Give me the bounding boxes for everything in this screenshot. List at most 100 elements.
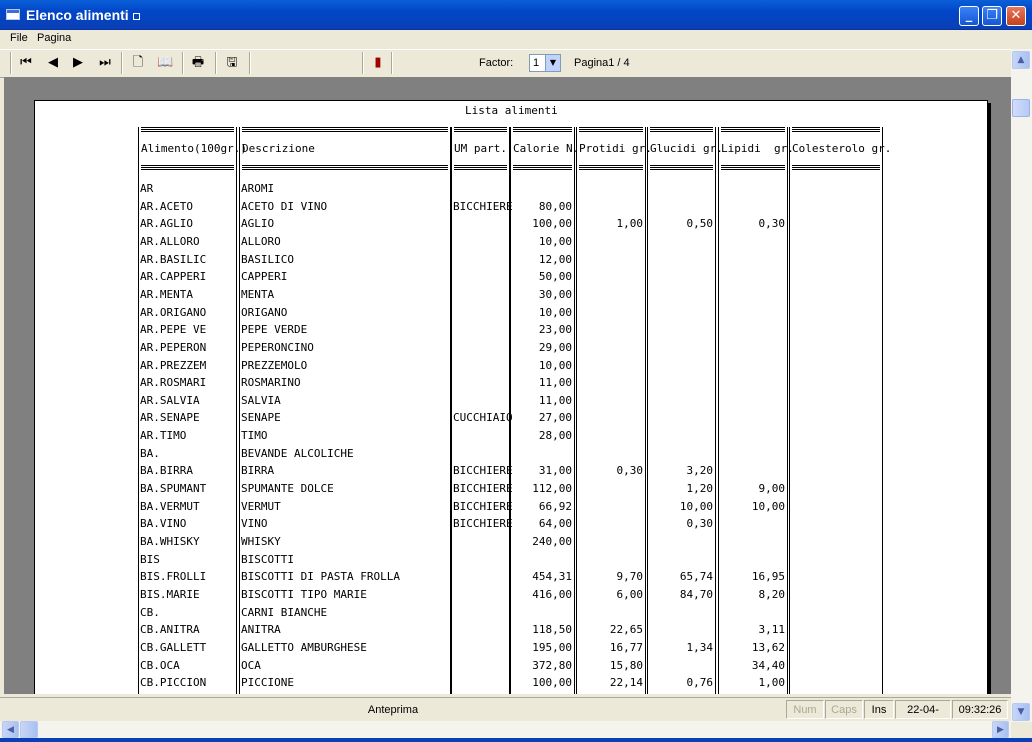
vertical-scrollbar[interactable]: ▲ ▼ xyxy=(1011,49,1032,722)
table-cell: BA. xyxy=(140,446,160,460)
table-cell: AR.SENAPE xyxy=(140,411,200,425)
table-cell: CB. xyxy=(140,605,160,619)
next-page-icon[interactable]: ▶ xyxy=(70,55,86,71)
table-cell: 0,30 xyxy=(616,464,644,478)
table-cell: SENAPE xyxy=(241,411,281,425)
table-cell: 1,20 xyxy=(686,482,714,496)
table-cell: 0,76 xyxy=(686,676,714,690)
main-window: Elenco alimenti _ ❐ ✕ File Pagina ⏮ ◀ ▶ … xyxy=(0,0,1032,742)
table-cell: 10,00 xyxy=(679,499,713,513)
table-cell: BA.WHISKY xyxy=(140,535,200,548)
column-header: Glucidi gr. xyxy=(650,142,723,155)
header-rule xyxy=(141,127,234,130)
table-cell: 0,50 xyxy=(686,217,714,231)
table-cell: 16,95 xyxy=(751,570,785,584)
header-rule xyxy=(242,131,448,132)
table-cell: 11,00 xyxy=(538,393,572,407)
header-rule xyxy=(579,131,643,132)
close-button[interactable]: ✕ xyxy=(1006,6,1026,26)
table-cell: ORIGANO xyxy=(241,305,288,319)
horizontal-scrollbar[interactable]: ◀ ▶ xyxy=(0,721,1011,738)
table-cell: CB.PICCION xyxy=(140,676,207,690)
preview-area[interactable]: Lista alimenti Alimento(100gr.) AR AR.ACET… xyxy=(4,77,1011,694)
table-cell: 34,40 xyxy=(751,658,785,672)
menu-bar: File Pagina xyxy=(0,30,1032,49)
table-cell: CARNI BIANCHE xyxy=(241,605,328,619)
status-num: Num xyxy=(786,700,824,719)
table-cell: GALLETTO AMBURGHESE xyxy=(241,640,367,654)
table-cell: 8,20 xyxy=(758,587,786,601)
toolbar-separator xyxy=(10,52,12,74)
status-bar: Anteprima Num Caps Ins 22-04-2016 09:32:… xyxy=(0,697,1011,721)
column-header: Lipidi gr. xyxy=(721,142,794,155)
status-main: Anteprima xyxy=(367,704,419,716)
hscroll-thumb[interactable] xyxy=(20,721,38,738)
table-cell: AR.ROSMARI xyxy=(140,376,207,390)
table-cell: 9,70 xyxy=(616,570,644,584)
table-cell: 27,00 xyxy=(538,411,572,425)
table-cell: 3,11 xyxy=(758,623,786,637)
scroll-left-button[interactable]: ◀ xyxy=(2,721,19,738)
single-page-icon[interactable]: 🗋 xyxy=(130,55,146,71)
scroll-down-button[interactable]: ▼ xyxy=(1012,703,1030,721)
header-rule xyxy=(650,165,713,168)
export-icon[interactable]: 🖫 xyxy=(224,55,240,71)
scroll-up-button[interactable]: ▲ xyxy=(1012,51,1030,69)
table-cell: CB.OCA xyxy=(140,658,180,672)
scroll-thumb[interactable] xyxy=(1012,99,1030,117)
table-cell: 23,00 xyxy=(538,323,572,337)
report-column: Colesterolo gr. xyxy=(789,127,891,694)
toolbar-separator xyxy=(182,52,184,74)
table-cell: BA.VERMUT xyxy=(140,499,200,513)
table-cell: BIS.MARIE xyxy=(140,587,200,601)
header-rule xyxy=(454,131,507,132)
table-cell: 29,00 xyxy=(538,340,572,354)
table-cell: SPUMANTE DOLCE xyxy=(241,482,334,496)
table-cell: AR.PEPERON xyxy=(140,340,207,354)
last-page-icon[interactable]: ⏭ xyxy=(97,55,113,71)
table-cell: VERMUT xyxy=(241,499,281,513)
table-cell: AR.AGLIO xyxy=(140,217,193,231)
table-cell: 195,00 xyxy=(532,640,572,654)
header-rule xyxy=(721,127,785,130)
minimize-button[interactable]: _ xyxy=(959,6,979,26)
exit-icon[interactable]: ▮ xyxy=(370,55,386,71)
factor-select[interactable]: 1 ▼ xyxy=(529,54,561,72)
report-column: Calorie N. 80,00 100,00 10,00 12,00 50,00 30,0… xyxy=(510,127,579,694)
print-icon[interactable]: 🖶 xyxy=(190,55,206,71)
header-rule xyxy=(792,165,880,168)
header-rule xyxy=(792,169,880,170)
table-cell: CB.GALLETT xyxy=(140,640,207,654)
table-cell: AROMI xyxy=(241,182,275,195)
report-column: Glucidi gr. 0,50 3,20 1,20 10,00 0,30 65,74 84,… xyxy=(647,127,723,694)
column-header: Calorie N. xyxy=(513,142,580,155)
restore-button[interactable]: ❐ xyxy=(982,6,1002,26)
table-cell: 100,00 xyxy=(532,217,572,231)
prev-page-icon[interactable]: ◀ xyxy=(45,55,61,71)
header-rule xyxy=(650,127,713,130)
factor-label: Factor: xyxy=(479,57,514,69)
app-icon xyxy=(6,9,20,20)
header-rule xyxy=(650,131,713,132)
factor-value: 1 xyxy=(533,57,540,69)
table-cell: PEPE VERDE xyxy=(241,323,308,337)
table-cell: CUCCHIAIO xyxy=(453,411,513,425)
table-cell: BIRRA xyxy=(241,464,275,478)
table-cell: 22,65 xyxy=(609,623,643,637)
table-cell: AR.ACETO xyxy=(140,199,193,213)
table-cell: 240,00 xyxy=(532,535,572,548)
table-cell: AR xyxy=(140,182,154,195)
menu-pagina[interactable]: Pagina xyxy=(37,32,71,44)
window-title: Elenco alimenti xyxy=(26,7,140,23)
table-cell: AR.ALLORO xyxy=(140,234,200,248)
table-cell: 66,92 xyxy=(538,499,572,513)
two-page-icon[interactable]: 📖 xyxy=(157,55,173,71)
scroll-right-button[interactable]: ▶ xyxy=(992,721,1009,738)
table-cell: MENTA xyxy=(241,287,275,301)
first-page-icon[interactable]: ⏮ xyxy=(18,55,34,71)
table-cell: TIMO xyxy=(241,429,268,443)
table-cell: AR.ORIGANO xyxy=(140,305,207,319)
menu-file[interactable]: File xyxy=(10,32,28,44)
table-cell: OCA xyxy=(241,658,261,672)
chevron-down-icon[interactable]: ▼ xyxy=(545,55,560,71)
